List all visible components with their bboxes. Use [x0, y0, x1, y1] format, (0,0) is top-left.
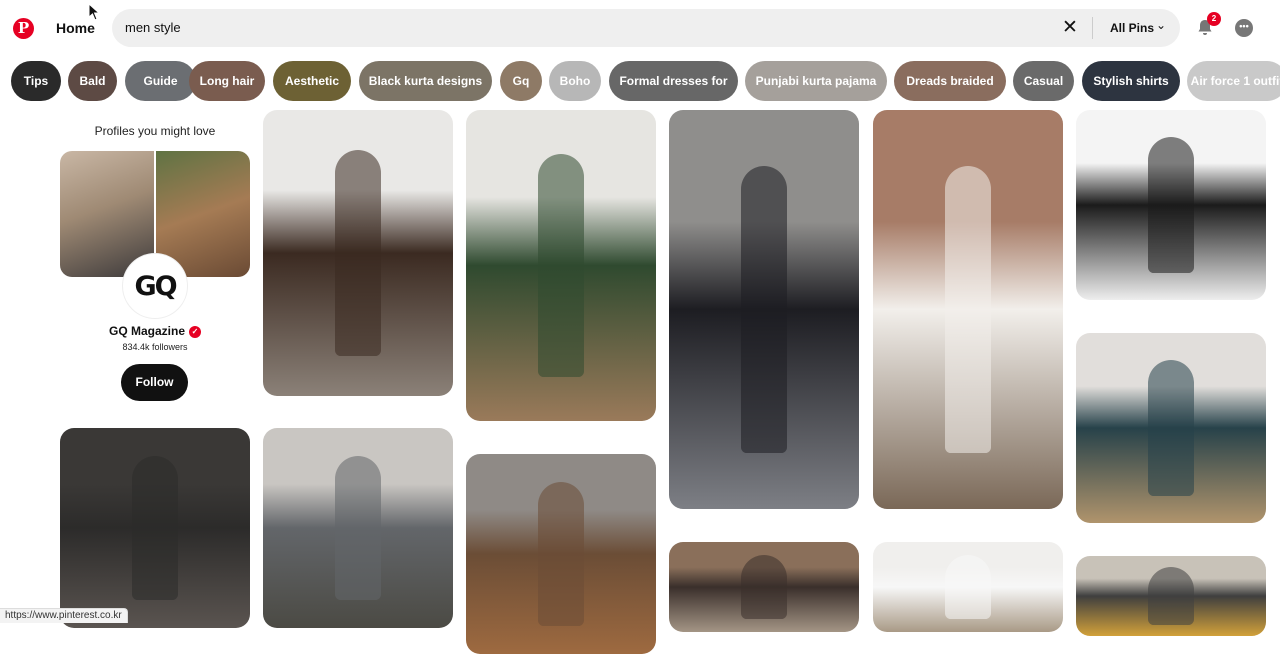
chevron-down-icon[interactable]: ⌄: [1156, 18, 1166, 32]
search-input[interactable]: men style: [125, 20, 181, 35]
top-navigation: P Home men style ✕ All Pins ⌄ 2 •••: [0, 0, 1280, 56]
pin-figure: [1148, 136, 1194, 274]
pin-black-linen-shirt[interactable]: [1076, 110, 1266, 300]
chip-guide[interactable]: Guide: [125, 61, 196, 101]
pin-polka-shirt[interactable]: [873, 542, 1063, 632]
pin-figure: [945, 165, 991, 454]
messages-icon[interactable]: •••: [1235, 19, 1253, 37]
chip-casual[interactable]: Casual: [1013, 61, 1074, 101]
mouse-cursor-icon: [88, 3, 100, 21]
gq-logo-avatar[interactable]: GQ: [123, 254, 187, 318]
pin-black-turtleneck[interactable]: [669, 110, 859, 509]
chip-stylish-shirts[interactable]: Stylish shirts: [1082, 61, 1180, 101]
pin-yellow-sweater[interactable]: [1076, 556, 1266, 636]
profile-name-text: GQ Magazine: [108, 324, 185, 338]
follow-button[interactable]: Follow: [121, 364, 188, 401]
pin-dark-blazer[interactable]: [60, 428, 250, 628]
chip-formal-dresses-for[interactable]: Formal dresses for: [609, 61, 738, 101]
pin-figure: [741, 554, 787, 620]
chip-punjabi-kurta-pajama[interactable]: Punjabi kurta pajama: [745, 61, 887, 101]
status-bar-url: https://www.pinterest.co.kr: [0, 608, 128, 623]
pin-camel-coat[interactable]: [466, 454, 656, 654]
chip-black-kurta-designs[interactable]: Black kurta designs: [359, 61, 492, 101]
chip-dreads-braided[interactable]: Dreads braided: [894, 61, 1006, 101]
pin-figure: [741, 165, 787, 454]
suggestion-chips: Tips Bald Guide Long hair Aesthetic Black kur…: [0, 61, 1280, 101]
home-link[interactable]: Home: [56, 20, 95, 36]
search-divider: [1092, 17, 1093, 39]
chip-boho[interactable]: Boho: [549, 61, 601, 101]
search-bar[interactable]: men style ✕ All Pins ⌄: [112, 9, 1180, 47]
pin-figure: [335, 456, 381, 600]
chip-air-force-1-outfit[interactable]: Air force 1 outfit: [1187, 61, 1280, 101]
chip-tips[interactable]: Tips: [11, 61, 61, 101]
pin-figure: [132, 456, 178, 600]
pin-printed-shirt[interactable]: [1076, 333, 1266, 523]
pin-figure: [538, 482, 584, 626]
pin-white-shirt[interactable]: [873, 110, 1063, 509]
chip-long-hair[interactable]: Long hair: [189, 61, 265, 101]
pinterest-logo-icon[interactable]: P: [13, 18, 34, 39]
chip-bald[interactable]: Bald: [68, 61, 117, 101]
pin-figure: [1148, 359, 1194, 497]
pin-grey-tee[interactable]: [263, 428, 453, 628]
clear-search-icon[interactable]: ✕: [1062, 16, 1078, 39]
profiles-section-title: Profiles you might love: [94, 124, 216, 138]
verified-icon: ✓: [189, 326, 201, 338]
pin-figure: [538, 153, 584, 378]
pin-figure: [335, 150, 381, 356]
pin-green-shirt[interactable]: [466, 110, 656, 421]
pin-figure: [945, 554, 991, 620]
pin-figure: [1148, 567, 1194, 625]
chip-aesthetic[interactable]: Aesthetic: [273, 61, 351, 101]
follower-count: 834.4k followers: [122, 342, 188, 352]
notification-badge: 2: [1207, 12, 1221, 26]
filter-dropdown[interactable]: All Pins: [1110, 21, 1154, 35]
profile-name[interactable]: GQ Magazine ✓: [60, 324, 250, 338]
pin-brown-jacket[interactable]: [263, 110, 453, 396]
chip-gq[interactable]: Gq: [500, 61, 542, 101]
pin-street-coats[interactable]: [669, 542, 859, 632]
